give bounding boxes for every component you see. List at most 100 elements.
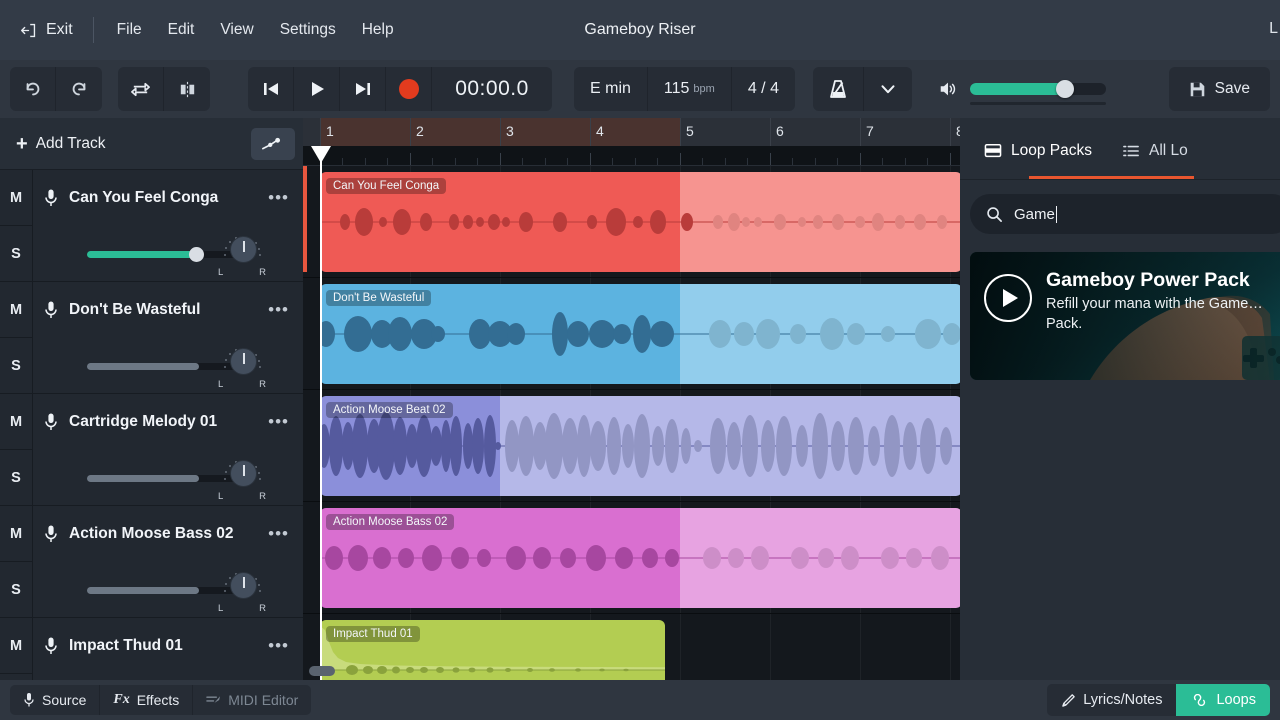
midi-editor-button[interactable]: MIDI Editor: [193, 685, 311, 715]
source-button[interactable]: Source: [10, 685, 101, 715]
track-volume-fill: [87, 474, 199, 482]
loop-pack-card[interactable]: Gameboy Power Pack Refill your mana with…: [970, 252, 1280, 380]
menu-item-file[interactable]: File: [104, 14, 155, 46]
track-menu-button[interactable]: •••: [264, 524, 293, 544]
timecode-display[interactable]: 00:00.0: [432, 77, 552, 101]
subruler-tick: [882, 158, 883, 165]
track-body: Cartridge Melody 01 ••• L R: [33, 394, 303, 505]
forward-to-end-button[interactable]: [340, 67, 386, 111]
track-header[interactable]: M S Impact Thud 01 •••: [0, 618, 303, 680]
add-track-button[interactable]: + Add Track: [8, 128, 113, 160]
solo-button[interactable]: S: [0, 450, 32, 505]
tempo-field[interactable]: 115 bpm: [648, 67, 732, 111]
mute-button[interactable]: M: [0, 170, 32, 226]
metronome-group: [812, 67, 912, 111]
key-signature-field[interactable]: E min: [574, 67, 648, 111]
audio-clip[interactable]: Action Moose Beat 02: [320, 396, 960, 496]
subruler-tick: [635, 158, 636, 165]
track-menu-button[interactable]: •••: [264, 412, 293, 432]
record-icon: [398, 79, 419, 99]
fx-icon: Fx: [113, 692, 130, 707]
track-name: Cartridge Melody 01: [69, 413, 218, 430]
list-icon: [1122, 143, 1140, 159]
loops-browser-panel: Loop Packs All Lo Game Gameboy Power Pac…: [960, 118, 1280, 680]
timeline-horizontal-scrollbar[interactable]: [303, 666, 960, 676]
bottom-bar: Source Fx Effects MIDI Editor Lyrics/Not…: [0, 680, 1280, 720]
loops-label: Loops: [1216, 692, 1256, 708]
pan-left-label: L: [218, 267, 224, 278]
automation-button[interactable]: [251, 127, 295, 160]
playhead[interactable]: [311, 146, 331, 680]
pan-knob[interactable]: [230, 572, 257, 599]
timeline-subruler[interactable]: [303, 146, 960, 166]
menu-item-edit[interactable]: Edit: [155, 14, 208, 46]
master-volume-slider[interactable]: [969, 80, 1106, 105]
tab-loop-packs[interactable]: Loop Packs: [984, 118, 1092, 180]
pan-knob-control[interactable]: L R: [217, 458, 267, 502]
mic-icon: [23, 692, 35, 708]
track-volume-knob[interactable]: [189, 246, 205, 262]
microphone-icon: [43, 524, 59, 544]
clip-lane[interactable]: Can You Feel Conga: [303, 166, 960, 278]
loop-toggle-button[interactable]: [118, 67, 164, 111]
track-header[interactable]: M S Action Moose Bass 02 ••• L R: [0, 506, 303, 618]
effects-button[interactable]: Fx Effects: [100, 685, 194, 715]
split-clip-button[interactable]: [164, 67, 210, 111]
track-header[interactable]: M S Cartridge Melody 01 ••• L R: [0, 394, 303, 506]
track-menu-button[interactable]: •••: [264, 188, 293, 208]
clip-lane[interactable]: Action Moose Bass 02: [303, 502, 960, 614]
lyrics-notes-button[interactable]: Lyrics/Notes: [1047, 684, 1177, 716]
pan-knob[interactable]: [230, 460, 257, 487]
record-button[interactable]: [386, 67, 432, 111]
audio-clip[interactable]: Can You Feel Conga: [320, 172, 960, 272]
audio-clip[interactable]: Action Moose Bass 02: [320, 508, 960, 608]
active-tab-underline: [1029, 176, 1194, 179]
metronome-button[interactable]: [813, 67, 864, 111]
metronome-dropdown-button[interactable]: [864, 67, 912, 111]
track-menu-button[interactable]: •••: [264, 300, 293, 320]
solo-button[interactable]: S: [0, 338, 32, 393]
save-button[interactable]: Save: [1168, 67, 1270, 111]
pan-knob[interactable]: [230, 348, 257, 375]
pan-knob-control[interactable]: L R: [217, 570, 267, 614]
master-volume-control[interactable]: [938, 79, 1106, 105]
play-button[interactable]: [294, 67, 340, 111]
menu-item-help[interactable]: Help: [349, 14, 407, 46]
pan-knob[interactable]: [230, 236, 257, 263]
playhead-handle[interactable]: [311, 146, 331, 163]
solo-button[interactable]: S: [0, 226, 32, 281]
master-volume-knob[interactable]: [1055, 80, 1074, 98]
subruler-tick: [522, 158, 523, 165]
mute-button[interactable]: M: [0, 506, 32, 562]
mute-button[interactable]: M: [0, 618, 32, 674]
redo-button[interactable]: [56, 67, 102, 111]
search-input[interactable]: Game: [970, 194, 1280, 234]
pan-knob-control[interactable]: L R: [217, 346, 267, 390]
timeline-area[interactable]: 1 2 3 4 5 6 7 8 Can You Feel Conga Don't…: [303, 118, 960, 680]
infinity-icon: [1190, 694, 1209, 706]
timeline-ruler[interactable]: 1 2 3 4 5 6 7 8: [303, 118, 960, 146]
time-signature-field[interactable]: 4 / 4: [732, 67, 795, 111]
clip-lane[interactable]: Don't Be Wasteful: [303, 278, 960, 390]
audio-clip[interactable]: Don't Be Wasteful: [320, 284, 960, 384]
exit-button[interactable]: Exit: [10, 15, 83, 45]
pan-knob-control[interactable]: L R: [217, 234, 267, 278]
clip-lane[interactable]: Action Moose Beat 02: [303, 390, 960, 502]
mute-button[interactable]: M: [0, 282, 32, 338]
track-header[interactable]: M S Don't Be Wasteful ••• L R: [0, 282, 303, 394]
solo-button[interactable]: S: [0, 562, 32, 617]
rewind-to-start-button[interactable]: [248, 67, 294, 111]
pack-play-button[interactable]: [984, 274, 1032, 322]
loops-button[interactable]: Loops: [1176, 684, 1270, 716]
track-menu-button[interactable]: •••: [264, 636, 293, 656]
scrollbar-thumb[interactable]: [309, 666, 335, 676]
mute-button[interactable]: M: [0, 394, 32, 450]
menu-item-view[interactable]: View: [207, 14, 266, 46]
tempo-unit: bpm: [693, 83, 715, 95]
undo-button[interactable]: [10, 67, 56, 111]
menu-bar: Exit File Edit View Settings Help: [0, 0, 1280, 60]
track-header[interactable]: M S Can You Feel Conga ••• L R: [0, 170, 303, 282]
subruler-tick: [455, 158, 456, 165]
menu-item-settings[interactable]: Settings: [267, 14, 349, 46]
tab-all-loops[interactable]: All Lo: [1122, 118, 1188, 180]
